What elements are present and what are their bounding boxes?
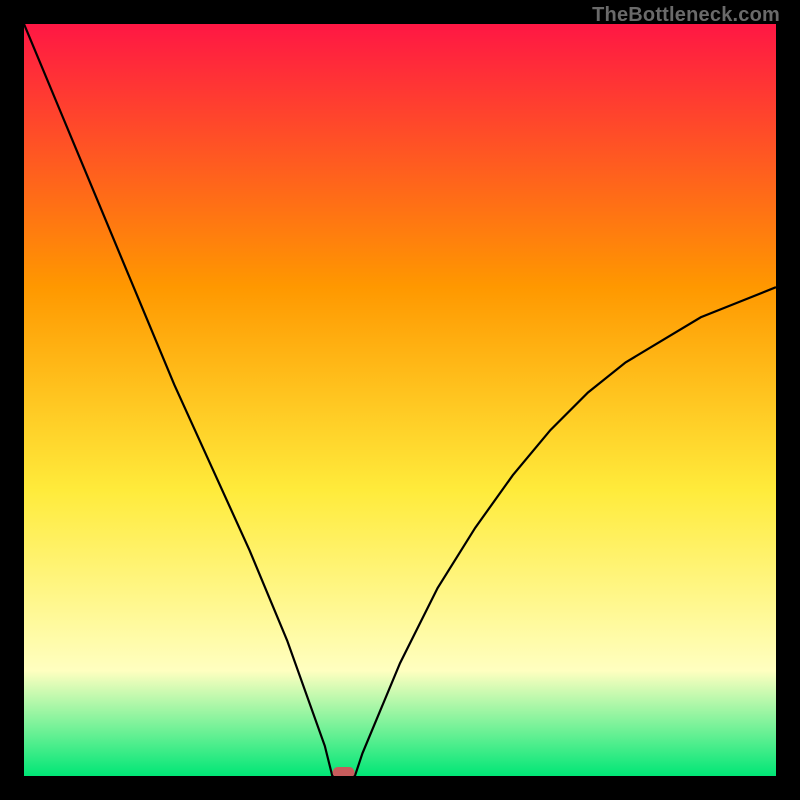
- chart-svg: [24, 24, 776, 776]
- marker-point: [333, 767, 355, 776]
- watermark-text: TheBottleneck.com: [592, 4, 780, 27]
- chart-plot-area: [24, 24, 776, 776]
- chart-frame: TheBottleneck.com: [0, 0, 800, 800]
